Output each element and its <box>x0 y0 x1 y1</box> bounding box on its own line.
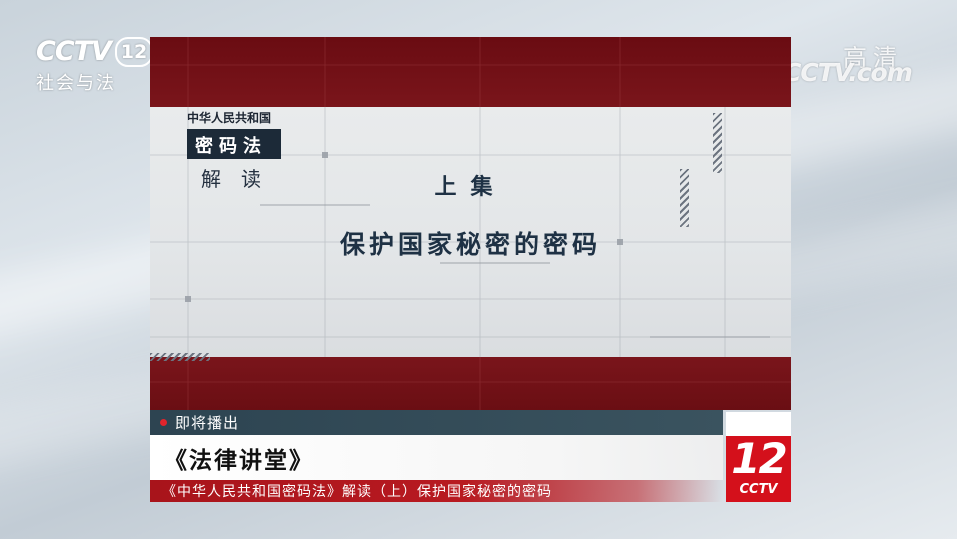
program-name: 《法律讲堂》 <box>164 447 314 474</box>
program-description-bar: 《中华人民共和国密码法》解读（上）保护国家秘密的密码 <box>150 480 723 502</box>
corner-channel-number: 12 <box>731 434 787 483</box>
channel-logo: CCTV 12 社会与法 <box>36 36 160 95</box>
site-wordmark: CCTV.com <box>783 58 913 87</box>
program-description: 《中华人民共和国密码法》解读（上）保护国家秘密的密码 <box>162 484 552 500</box>
program-card: 中华人民共和国 密码法 解读 上集 保护国家秘密的密码 <box>150 37 791 410</box>
corner-logo-top <box>726 412 791 436</box>
episode-title: 保护国家秘密的密码 <box>339 230 601 259</box>
decorative-hatch <box>150 353 210 361</box>
corner-cctv-wordmark: CCTV <box>739 482 778 497</box>
program-name-bar: 《法律讲堂》 <box>150 435 723 480</box>
channel-name: 社会与法 <box>36 73 116 94</box>
coming-up-label: 即将播出 <box>175 414 240 432</box>
law-title-line1: 中华人民共和国 <box>187 111 272 125</box>
cctv-wordmark: CCTV <box>36 36 112 67</box>
hd-watermark: 高清 CCTV.com <box>783 38 948 88</box>
law-title-line2: 密码法 <box>187 129 281 159</box>
corner-channel-logo: 12 CCTV <box>726 412 791 502</box>
decorative-hatch <box>713 113 722 173</box>
channel-number-badge: 12 <box>114 36 153 67</box>
red-dot-icon <box>160 419 167 426</box>
decorative-grid <box>150 37 791 410</box>
episode-label: 上集 <box>434 175 507 200</box>
coming-up-bar: 即将播出 <box>150 410 723 435</box>
